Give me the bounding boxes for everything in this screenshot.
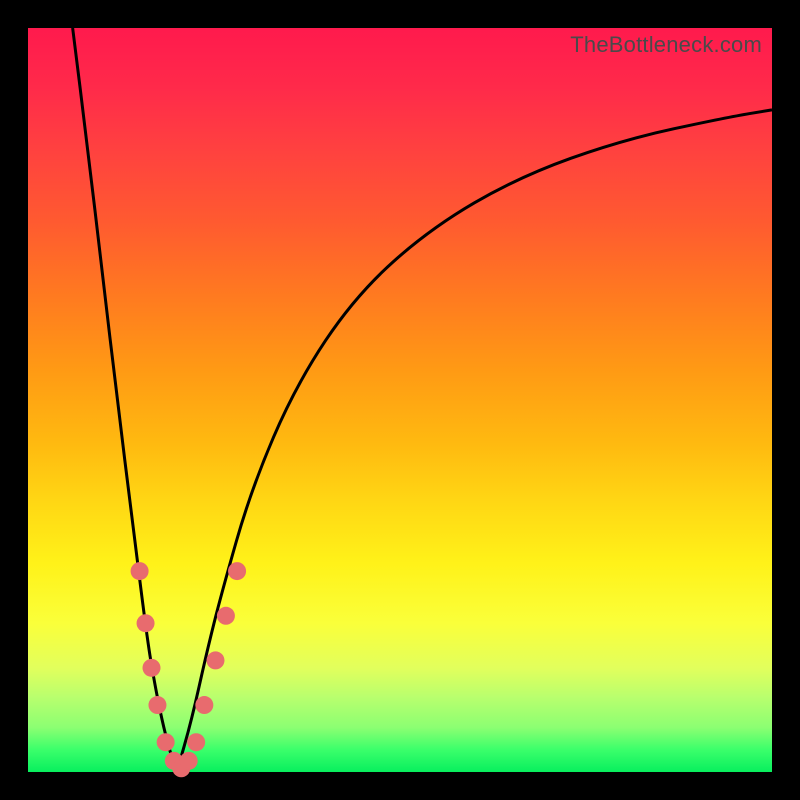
marker-dot [187, 733, 205, 751]
left-curve [73, 28, 177, 772]
marker-dot [131, 562, 149, 580]
highlighted-markers [131, 562, 246, 777]
curves-svg [28, 28, 772, 772]
marker-dot [137, 614, 155, 632]
plot-area: TheBottleneck.com [28, 28, 772, 772]
marker-dot [143, 659, 161, 677]
marker-dot [217, 607, 235, 625]
marker-dot [180, 752, 198, 770]
marker-dot [148, 696, 166, 714]
marker-dot [206, 651, 224, 669]
marker-dot [228, 562, 246, 580]
chart-frame: TheBottleneck.com [0, 0, 800, 800]
marker-dot [157, 733, 175, 751]
marker-dot [195, 696, 213, 714]
right-curve [177, 110, 772, 772]
